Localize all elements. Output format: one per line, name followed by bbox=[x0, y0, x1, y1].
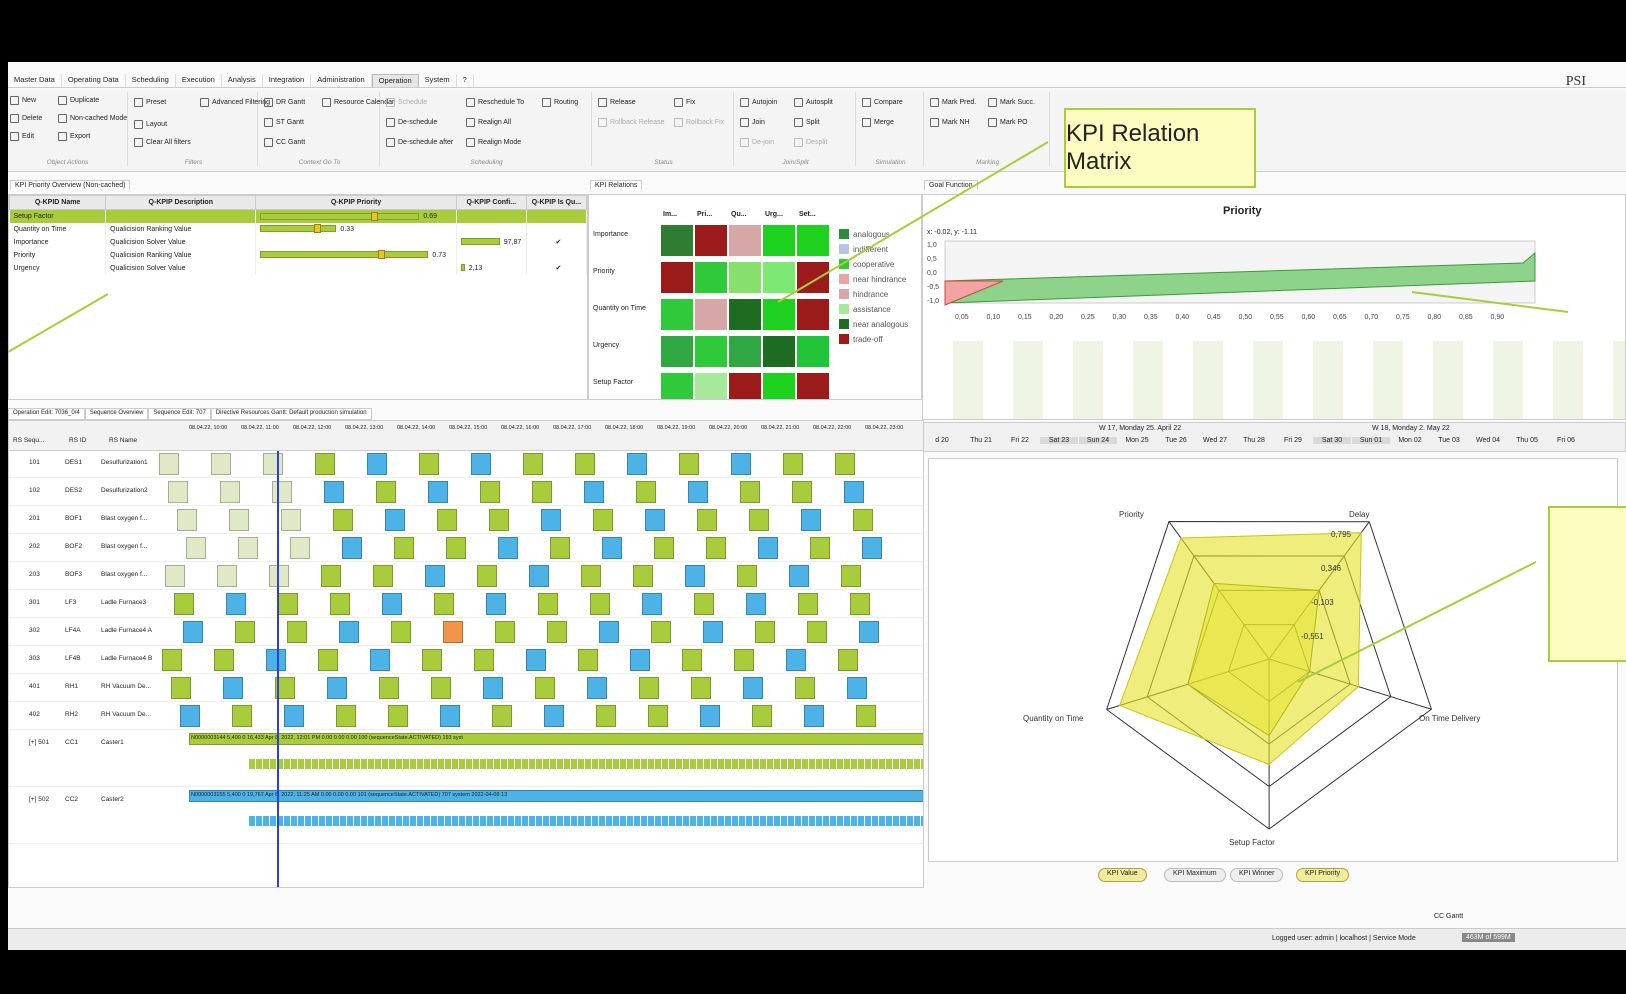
app-window: Master Data Operating Data Scheduling Execu… bbox=[8, 62, 1626, 950]
callout-lines bbox=[8, 141, 1569, 683]
callout-line-matrix bbox=[777, 141, 1049, 303]
memory-indicator[interactable]: 463M of 599M bbox=[1462, 933, 1515, 942]
callout-line-radar bbox=[1297, 561, 1537, 683]
logged-user-text: Logged user: admin | localhost | Service… bbox=[1272, 935, 1416, 942]
callout-line-goal bbox=[1411, 291, 1569, 313]
callout-radar-box bbox=[1548, 506, 1626, 662]
status-bar: CC Gantt Logged user: admin | localhost … bbox=[8, 913, 1626, 950]
callout-line-priority bbox=[8, 293, 109, 353]
cc-gantt-link[interactable]: CC Gantt bbox=[1434, 913, 1463, 920]
